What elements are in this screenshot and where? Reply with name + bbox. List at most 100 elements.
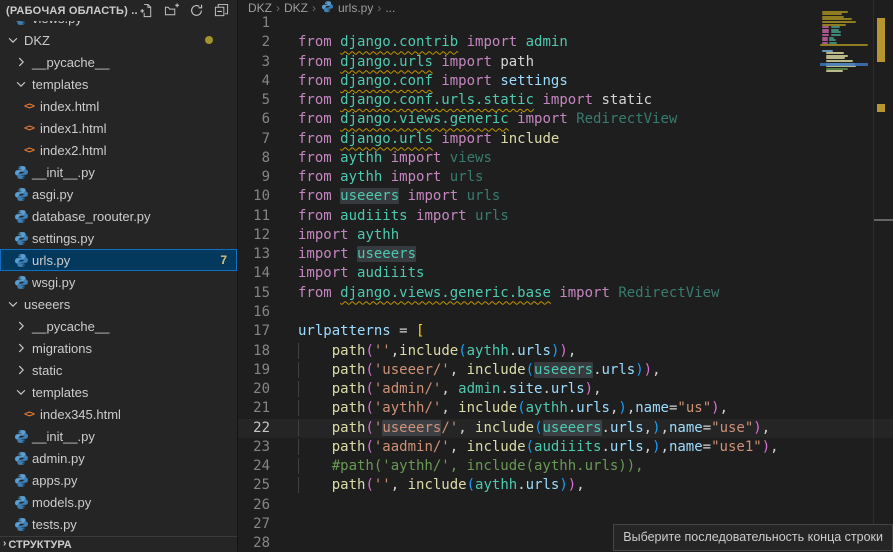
tree-file-asgi.py[interactable]: asgi.py xyxy=(0,183,237,205)
line-number[interactable]: 28 xyxy=(238,534,270,552)
line-content[interactable] xyxy=(270,303,298,322)
line-number[interactable]: 27 xyxy=(238,515,270,534)
outline-section-header[interactable]: › СТРУКТУРА xyxy=(0,536,237,552)
tree-file-models.py[interactable]: models.py xyxy=(0,491,237,513)
code-line-21[interactable]: 21 path('aythh/', include(aythh.urls,),n… xyxy=(238,399,893,418)
line-number[interactable]: 25 xyxy=(238,476,270,495)
line-number[interactable]: 1 xyxy=(238,14,270,33)
code-line-17[interactable]: 17urlpatterns = [ xyxy=(238,322,893,341)
line-content[interactable]: path('aythh/', include(aythh.urls,),name… xyxy=(270,399,728,418)
line-content[interactable]: import audiiits xyxy=(270,264,424,283)
line-content[interactable]: path('aadmin/', include(audiiits.urls,),… xyxy=(270,438,779,457)
tree-folder-migrations[interactable]: migrations xyxy=(0,337,237,359)
line-content[interactable]: urlpatterns = [ xyxy=(270,322,424,341)
new-folder-icon[interactable] xyxy=(163,3,179,19)
code-line-22[interactable]: 22 path('useeers/', include(useeers.urls… xyxy=(238,419,893,438)
tree-file-settings.py[interactable]: settings.py xyxy=(0,227,237,249)
line-number[interactable]: 11 xyxy=(238,207,270,226)
line-number[interactable]: 14 xyxy=(238,264,270,283)
code-line-24[interactable]: 24 #path('aythh/', include(aythh.urls)), xyxy=(238,457,893,476)
refresh-icon[interactable] xyxy=(188,3,204,19)
line-content[interactable]: path('useeer/', include(useeers.urls)), xyxy=(270,361,661,380)
code-line-2[interactable]: 2from django.contrib import admin xyxy=(238,33,893,52)
line-number[interactable]: 18 xyxy=(238,342,270,361)
line-number[interactable]: 3 xyxy=(238,53,270,72)
line-number[interactable]: 4 xyxy=(238,72,270,91)
code-line-9[interactable]: 9from aythh import urls xyxy=(238,168,893,187)
code-line-15[interactable]: 15from django.views.generic.base import … xyxy=(238,284,893,303)
tree-file-__init__.py[interactable]: __init__.py xyxy=(0,161,237,183)
code-line-14[interactable]: 14import audiiits xyxy=(238,264,893,283)
tree-file-index.html[interactable]: <>index.html xyxy=(0,95,237,117)
tree-folder-useeers[interactable]: useeers xyxy=(0,293,237,315)
code-line-4[interactable]: 4from django.conf import settings xyxy=(238,72,893,91)
code-line-10[interactable]: 10from useeers import urls xyxy=(238,187,893,206)
new-file-icon[interactable] xyxy=(138,3,154,19)
line-number[interactable]: 9 xyxy=(238,168,270,187)
tree-folder-static[interactable]: static xyxy=(0,359,237,381)
collapse-all-icon[interactable] xyxy=(213,3,229,19)
line-number[interactable]: 6 xyxy=(238,110,270,129)
line-content[interactable]: #path('aythh/', include(aythh.urls)), xyxy=(270,457,644,476)
code-line-13[interactable]: 13import useeers xyxy=(238,245,893,264)
code-line-8[interactable]: 8from aythh import views xyxy=(238,149,893,168)
code-line-3[interactable]: 3from django.urls import path xyxy=(238,53,893,72)
breadcrumb-item[interactable]: DKZ xyxy=(284,1,308,15)
line-content[interactable]: from django.conf.urls.static import stat… xyxy=(270,91,652,110)
tree-folder-__pycache__[interactable]: __pycache__ xyxy=(0,315,237,337)
vertical-scrollbar[interactable] xyxy=(873,0,893,552)
minimap[interactable] xyxy=(820,8,868,98)
code-line-6[interactable]: 6from django.views.generic import Redire… xyxy=(238,110,893,129)
tree-file-admin.py[interactable]: admin.py xyxy=(0,447,237,469)
tree-folder-templates[interactable]: templates xyxy=(0,73,237,95)
line-content[interactable]: path('',include(aythh.urls)), xyxy=(270,342,576,361)
line-number[interactable]: 7 xyxy=(238,130,270,149)
code-line-16[interactable]: 16 xyxy=(238,303,893,322)
line-number[interactable]: 15 xyxy=(238,284,270,303)
line-number[interactable]: 10 xyxy=(238,187,270,206)
line-content[interactable]: from django.views.generic.base import Re… xyxy=(270,284,719,303)
line-content[interactable]: from aythh import views xyxy=(270,149,492,168)
line-number[interactable]: 21 xyxy=(238,399,270,418)
line-content[interactable]: path('useeers/', include(useeers.urls,),… xyxy=(270,419,770,438)
breadcrumb-item[interactable]: ... xyxy=(385,1,395,15)
line-number[interactable]: 23 xyxy=(238,438,270,457)
line-content[interactable]: path('', include(aythh.urls)), xyxy=(270,476,585,495)
tree-folder-__pycache__[interactable]: __pycache__ xyxy=(0,51,237,73)
line-content[interactable]: from django.contrib import admin xyxy=(270,33,568,52)
line-number[interactable]: 12 xyxy=(238,226,270,245)
code-line-12[interactable]: 12import aythh xyxy=(238,226,893,245)
code-line-25[interactable]: 25 path('', include(aythh.urls)), xyxy=(238,476,893,495)
code-line-11[interactable]: 11from audiiits import urls xyxy=(238,207,893,226)
breadcrumb-item[interactable]: DKZ xyxy=(248,1,272,15)
line-content[interactable] xyxy=(270,14,298,33)
line-content[interactable]: from audiiits import urls xyxy=(270,207,509,226)
line-content[interactable]: path('admin/', admin.site.urls), xyxy=(270,380,602,399)
code-line-7[interactable]: 7from django.urls import include xyxy=(238,130,893,149)
line-content[interactable]: from django.conf import settings xyxy=(270,72,568,91)
code-line-19[interactable]: 19 path('useeer/', include(useeers.urls)… xyxy=(238,361,893,380)
line-number[interactable]: 19 xyxy=(238,361,270,380)
line-number[interactable]: 20 xyxy=(238,380,270,399)
line-content[interactable]: import useeers xyxy=(270,245,416,264)
code-line-26[interactable]: 26 xyxy=(238,496,893,515)
tree-file-index345.html[interactable]: <>index345.html xyxy=(0,403,237,425)
tree-file-index2.html[interactable]: <>index2.html xyxy=(0,139,237,161)
code-line-1[interactable]: 1 xyxy=(238,14,893,33)
line-number[interactable]: 16 xyxy=(238,303,270,322)
tree-folder-templates[interactable]: templates xyxy=(0,381,237,403)
line-content[interactable]: from django.urls import include xyxy=(270,130,559,149)
tree-file-database_roouter.py[interactable]: database_roouter.py xyxy=(0,205,237,227)
tree-file-__init__.py[interactable]: __init__.py xyxy=(0,425,237,447)
line-number[interactable]: 13 xyxy=(238,245,270,264)
line-number[interactable]: 22 xyxy=(238,419,270,438)
tree-file-tests.py[interactable]: tests.py xyxy=(0,513,237,535)
tree-file-index1.html[interactable]: <>index1.html xyxy=(0,117,237,139)
tree-file-wsgi.py[interactable]: wsgi.py xyxy=(0,271,237,293)
tree-folder-DKZ[interactable]: DKZ xyxy=(0,29,237,51)
line-content[interactable]: from django.views.generic import Redirec… xyxy=(270,110,677,129)
line-number[interactable]: 2 xyxy=(238,33,270,52)
line-content[interactable]: from aythh import urls xyxy=(270,168,483,187)
code-area[interactable]: 12from django.contrib import admin3from … xyxy=(238,14,893,552)
line-content[interactable]: from django.urls import path xyxy=(270,53,534,72)
